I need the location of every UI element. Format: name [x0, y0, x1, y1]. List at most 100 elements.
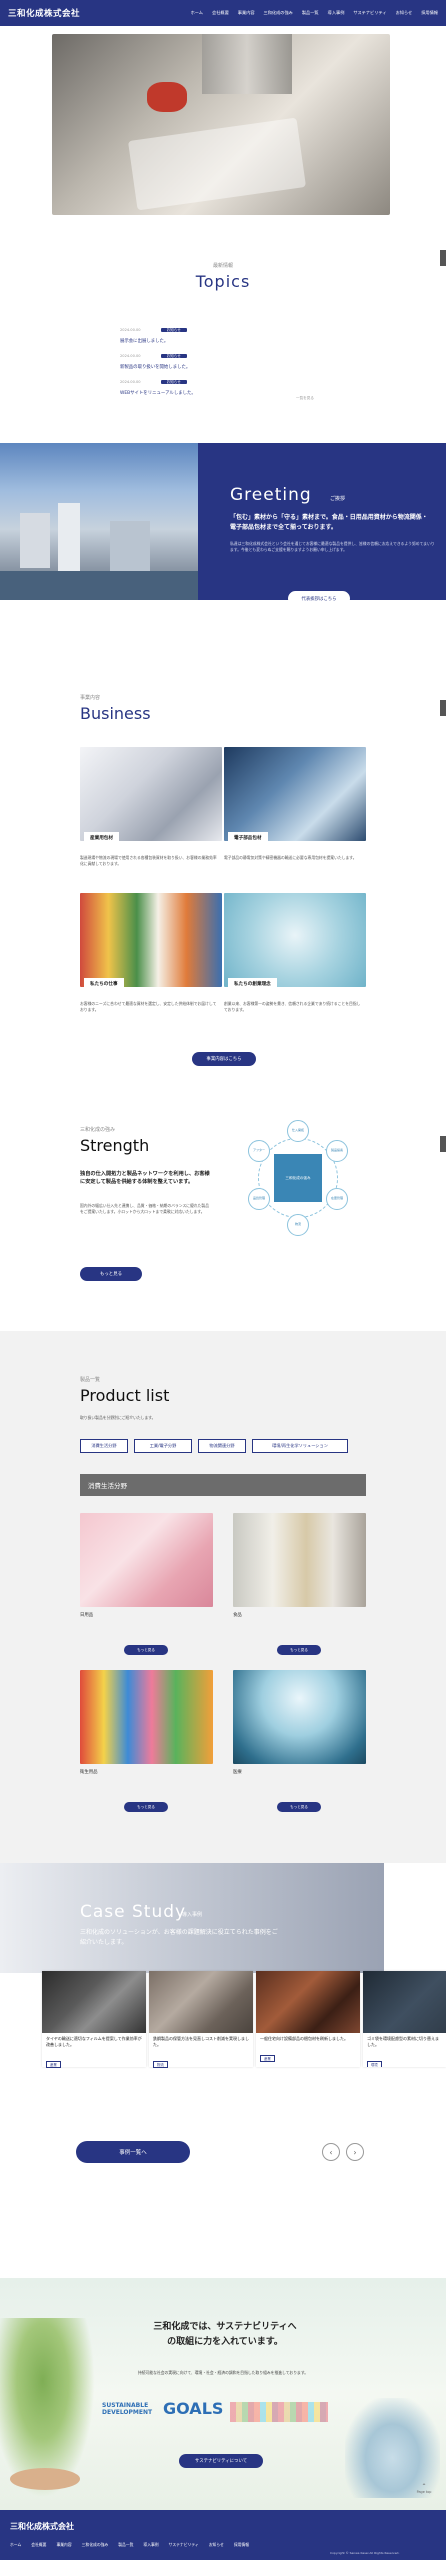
- business-card-desc: 電子部品の静電気対策や精密機器の輸送に必要な専用包材を提案いたします。: [224, 855, 357, 860]
- nav-item[interactable]: 会社概要: [212, 10, 229, 16]
- global-nav: ホーム 会社概要 事業内容 三和化成の強み 製品一覧 導入事例 サステナビリティ…: [191, 10, 438, 16]
- strength-diagram: 三和化成の強み 仕入開拓 製品提案 在庫管理 物流 品質管理 アフター: [238, 1118, 358, 1238]
- footer-nav-item[interactable]: 製品一覧: [118, 2542, 133, 2548]
- greeting-button[interactable]: 代表挨拶はこちら: [288, 591, 350, 606]
- side-tab[interactable]: [440, 1136, 446, 1152]
- product-tab[interactable]: 工業/電子分野: [134, 1439, 192, 1453]
- business-card-label[interactable]: 産業用包材: [84, 832, 119, 844]
- product-image-medical: [233, 1670, 366, 1764]
- footer-nav-item[interactable]: ホーム: [10, 2542, 21, 2548]
- site-logo[interactable]: 三和化成株式会社: [8, 7, 80, 19]
- case-image: [149, 1971, 253, 2033]
- topic-item[interactable]: 2024.00.00 お知らせ 新製品の取り扱いを開始しました。: [120, 342, 320, 370]
- topics-more-link[interactable]: 一覧を見る: [296, 396, 314, 401]
- carousel-prev-icon[interactable]: ‹: [322, 2143, 340, 2161]
- case-card-tag: 産業: [46, 2060, 61, 2068]
- business-image-industrial: [80, 747, 222, 841]
- carousel-next-icon[interactable]: ›: [346, 2143, 364, 2161]
- product-image-daily: [80, 1513, 213, 1607]
- strength-button[interactable]: もっと見る: [80, 1267, 142, 1281]
- business-card-label[interactable]: 私たちの創業理念: [228, 978, 277, 990]
- footer-nav-item[interactable]: お知らせ: [209, 2542, 224, 2548]
- copyright: Copyright © Sanwa Kasei All Rights Reser…: [330, 2551, 400, 2555]
- site-header: 三和化成株式会社 ホーム 会社概要 事業内容 三和化成の強み 製品一覧 導入事例…: [0, 0, 446, 26]
- hero-image: [52, 34, 390, 215]
- page-top-link[interactable]: ⌃ Page top: [413, 2483, 435, 2494]
- case-card[interactable]: ゴミ袋を環境配慮型の素材に切り替えました。 環境: [363, 1971, 446, 2067]
- product-more-button[interactable]: もっと見る: [124, 1645, 168, 1655]
- case-card-tag: 物流: [153, 2060, 168, 2068]
- footer-nav-item[interactable]: 事業内容: [56, 2542, 71, 2548]
- footer-nav-item[interactable]: 会社概要: [31, 2542, 46, 2548]
- footer-nav-item[interactable]: 採用情報: [234, 2542, 249, 2548]
- case-card[interactable]: タイヤの輸送に適切なフィルムを提案して作業効率が改善しました。 産業: [42, 1971, 146, 2068]
- side-tab[interactable]: [440, 700, 446, 716]
- strength-body: 国内外の幅広い仕入先と連携し、品質・価格・納期のバランスに優れた製品をご提案いた…: [80, 1203, 210, 1215]
- footer-logo[interactable]: 三和化成株式会社: [10, 2521, 74, 2532]
- footer-nav-item[interactable]: 三和化成の強み: [82, 2542, 109, 2548]
- sdgs-logo: SUSTAINABLE DEVELOPMENT: [102, 2402, 153, 2416]
- site-footer: 三和化成株式会社 ホーム 会社概要 事業内容 三和化成の強み 製品一覧 導入事例…: [0, 2510, 446, 2560]
- business-card-label[interactable]: 私たちの仕事: [84, 978, 124, 990]
- product-more-button[interactable]: もっと見る: [277, 1802, 321, 1812]
- sustainability-button[interactable]: サステナビリティについて: [179, 2454, 263, 2468]
- product-more-button[interactable]: もっと見る: [124, 1802, 168, 1812]
- strength-center: 三和化成の強み: [274, 1154, 322, 1202]
- arrow-up-icon: ⌃: [421, 2483, 427, 2490]
- products-desc: 取り扱い製品を分野別にご紹介いたします。: [80, 1415, 156, 1420]
- case-card-tag: 産業: [260, 2054, 275, 2062]
- nav-item[interactable]: 事業内容: [238, 10, 255, 16]
- nav-item[interactable]: サステナビリティ: [353, 10, 386, 16]
- topic-text[interactable]: WEBサイトをリニューアルしました。: [120, 390, 320, 396]
- topics-subtitle: 最新情報: [212, 263, 233, 269]
- product-section: [0, 1331, 446, 1863]
- footer-nav: ホーム 会社概要 事業内容 三和化成の強み 製品一覧 導入事例 サステナビリティ…: [10, 2542, 249, 2548]
- nav-item[interactable]: 三和化成の強み: [264, 10, 293, 16]
- product-image-food: [233, 1513, 366, 1607]
- footer-nav-item[interactable]: サステナビリティ: [169, 2542, 199, 2548]
- business-card-desc: お客様のニーズに合わせて最適な資材を選定し、安定した供給体制でお届けしております…: [80, 1001, 217, 1012]
- product-caption: 医療: [233, 1770, 242, 1775]
- nav-item[interactable]: 製品一覧: [302, 10, 319, 16]
- business-title: Business: [80, 704, 151, 723]
- sustainability-title: 三和化成では、サステナビリティへの取組に力を入れています。: [153, 2322, 297, 2348]
- case-card-text: 一般住宅向け設備部品の梱包材を刷新しました。: [260, 2036, 348, 2041]
- strength-node: アフター: [248, 1140, 270, 1162]
- business-image-electronic: [224, 747, 366, 841]
- strength-node: 品質管理: [248, 1188, 270, 1210]
- topic-item[interactable]: 2024.00.00 お知らせ WEBサイトをリニューアルしました。: [120, 368, 320, 396]
- case-list-button[interactable]: 事例一覧へ: [76, 2141, 190, 2163]
- product-tab[interactable]: 物流関連分野: [198, 1439, 246, 1453]
- business-card-desc: 創業以来、お客様第一の姿勢を貫き、信頼される企業であり続けることを目指しておりま…: [224, 1001, 361, 1012]
- footer-nav-item[interactable]: 導入事例: [143, 2542, 158, 2548]
- strength-subtitle: 三和化成の強み: [80, 1127, 116, 1133]
- products-title: Product list: [80, 1386, 170, 1405]
- business-card-desc: 製造現場や物流の現場で使用される各種包装資材を取り扱い、お客様の業務効率化に貢献…: [80, 855, 217, 866]
- greeting-panel: Greeting ご挨拶 「包む」素材から「守る」素材まで。食品・日用品用資材か…: [198, 443, 446, 606]
- product-tab[interactable]: 環境/再生化学ソリューション: [252, 1439, 348, 1453]
- side-tab[interactable]: [440, 250, 446, 266]
- sdgs-icons: [230, 2402, 328, 2422]
- strength-node: 仕入開拓: [287, 1120, 309, 1142]
- product-image-hygiene: [80, 1670, 213, 1764]
- product-category-band: 消費生活分野: [80, 1474, 366, 1496]
- strength-title: Strength: [80, 1136, 150, 1155]
- nav-item[interactable]: 採用情報: [421, 10, 438, 16]
- nav-item[interactable]: 導入事例: [328, 10, 345, 16]
- product-tab[interactable]: 消費生活分野: [80, 1439, 128, 1453]
- business-button[interactable]: 事業内容はこちら: [192, 1052, 256, 1066]
- strength-node: 物流: [287, 1214, 309, 1236]
- topic-tag: お知らせ: [160, 380, 187, 384]
- case-lead: 三和化成のソリューションが、お客様の課題解決に役立てられた事例をご紹介いたします…: [80, 1929, 278, 1946]
- case-image: [363, 1971, 446, 2033]
- case-card[interactable]: 鉄鋼製品の保管方法を見直しコスト削減を実現しました。 物流: [149, 1971, 253, 2068]
- business-card-label[interactable]: 電子部品包材: [228, 832, 268, 844]
- nav-item[interactable]: ホーム: [191, 10, 203, 16]
- case-card[interactable]: 一般住宅向け設備部品の梱包材を刷新しました。 産業: [256, 1971, 360, 2067]
- product-more-button[interactable]: もっと見る: [277, 1645, 321, 1655]
- nav-item[interactable]: お知らせ: [396, 10, 413, 16]
- strength-node: 在庫管理: [326, 1188, 348, 1210]
- city-photo: [0, 443, 198, 600]
- products-subtitle: 製品一覧: [80, 1377, 101, 1383]
- topic-item[interactable]: 2024.00.00 お知らせ 展示会に出展しました。: [120, 316, 320, 344]
